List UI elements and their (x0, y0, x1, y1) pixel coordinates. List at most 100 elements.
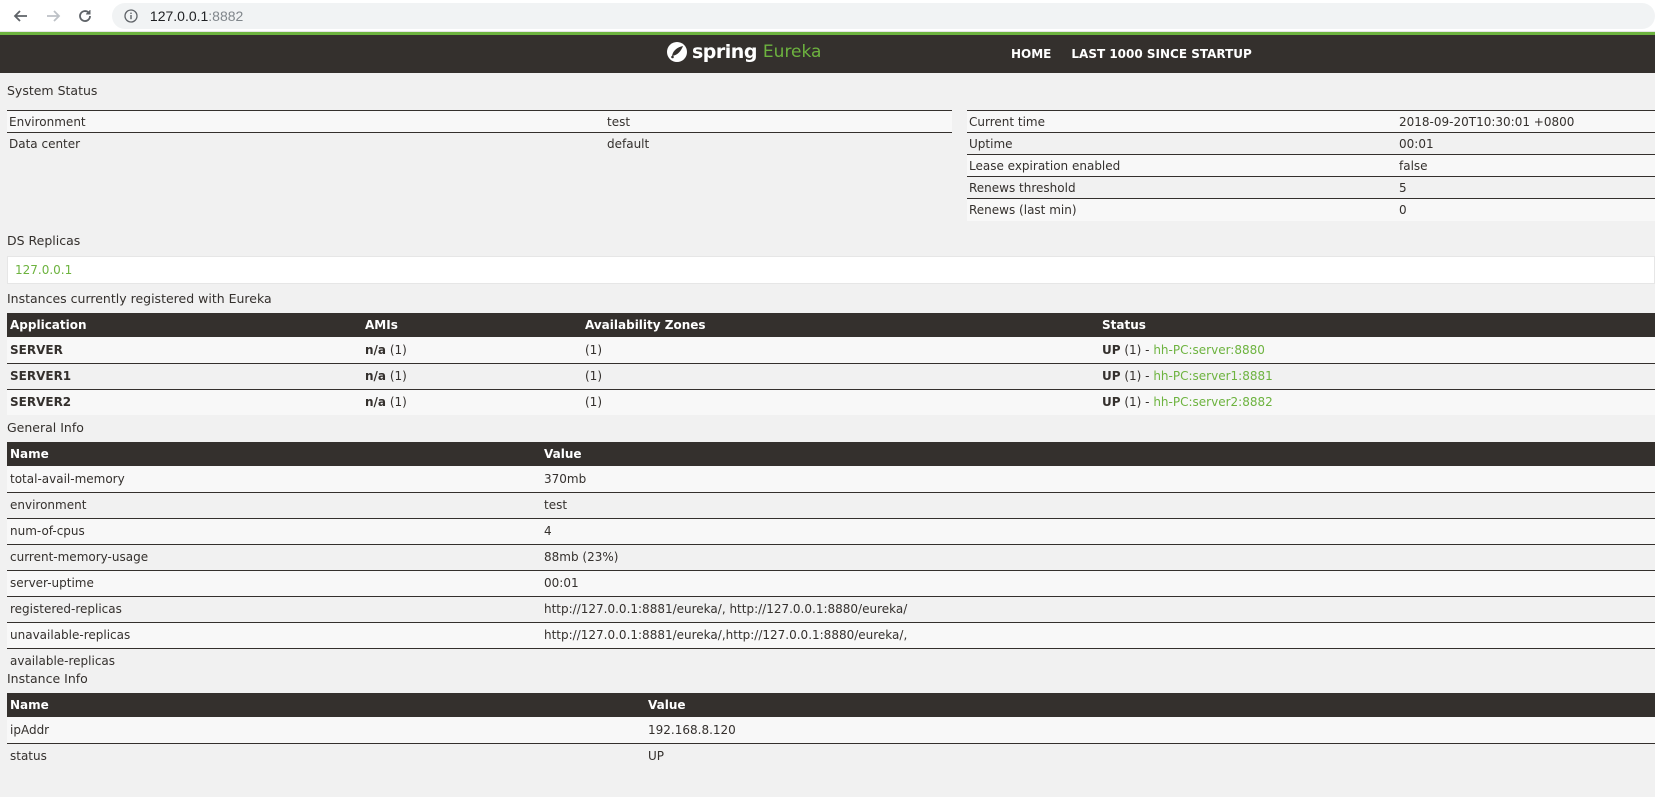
info-name: num-of-cpus (7, 518, 541, 545)
table-header-row: Name Value (7, 442, 1655, 466)
table-header-row: Application AMIs Availability Zones Stat… (7, 313, 1655, 337)
table-row: unavailable-replicas http://127.0.0.1:888… (7, 622, 1655, 649)
info-name: registered-replicas (7, 596, 541, 623)
column-header: Availability Zones (582, 313, 1099, 337)
application-name: SERVER (7, 337, 362, 364)
brand-logo[interactable]: spring Eureka (666, 41, 821, 63)
url-port: :8882 (208, 7, 244, 24)
status-value: false (1397, 154, 1655, 177)
application-name: SERVER1 (7, 363, 362, 390)
status-count: (1) - (1120, 395, 1154, 410)
info-name: unavailable-replicas (7, 622, 541, 649)
table-row: server-uptime 00:01 (7, 570, 1655, 597)
table-row: environment test (7, 492, 1655, 519)
table-row: Data center default (7, 132, 952, 155)
address-bar[interactable]: 127.0.0.1:8882 (111, 2, 1655, 29)
back-button[interactable] (10, 5, 32, 27)
table-row: Environment test (7, 110, 952, 133)
general-info-section: General Info Name Value total-avail-memo… (7, 417, 1655, 674)
column-header: Name (7, 442, 541, 466)
instance-link[interactable]: hh-PC:server2:8882 (1153, 395, 1272, 409)
amis-cell: n/a (1) (362, 389, 582, 415)
instances-section: Instances currently registered with Eure… (7, 288, 1655, 415)
instance-info-table: Name Value ipAddr 192.168.8.120 status UP (7, 693, 1655, 769)
info-value: 00:01 (541, 570, 1655, 597)
table-row: ipAddr 192.168.8.120 (7, 717, 1655, 744)
info-value: UP (645, 743, 1655, 769)
table-header-row: Name Value (7, 693, 1655, 717)
table-row: num-of-cpus 4 (7, 518, 1655, 545)
status-value: 2018-09-20T10:30:01 +0800 (1397, 110, 1655, 133)
status-label: Renews threshold (967, 176, 1397, 199)
system-status-left-table: Environment test Data center default (7, 110, 952, 155)
info-value: 192.168.8.120 (645, 717, 1655, 744)
instance-info-title: Instance Info (7, 671, 88, 686)
ami-count: (1) (386, 342, 407, 357)
ami-count: (1) (386, 395, 407, 410)
status-cell: UP (1) - hh-PC:server2:8882 (1099, 389, 1655, 415)
status-cell: UP (1) - hh-PC:server1:8881 (1099, 363, 1655, 390)
table-row: Lease expiration enabled false (967, 154, 1655, 177)
info-name: environment (7, 492, 541, 519)
column-header: Value (645, 693, 1655, 717)
status-count: (1) - (1120, 369, 1154, 383)
reload-button[interactable] (74, 5, 96, 27)
table-row: Renews threshold 5 (967, 176, 1655, 199)
info-name: ipAddr (7, 717, 645, 744)
status-value: test (605, 110, 952, 133)
instance-link[interactable]: hh-PC:server1:8881 (1153, 369, 1272, 383)
status-cell: UP (1) - hh-PC:server:8880 (1099, 337, 1655, 364)
column-header: Value (541, 442, 1655, 466)
table-row: total-avail-memory 370mb (7, 466, 1655, 493)
brand-eureka-text: Eureka (762, 42, 822, 62)
status-label: Current time (967, 110, 1397, 133)
status-value: default (605, 132, 952, 155)
application-name: SERVER2 (7, 389, 362, 415)
status-value: 5 (1397, 176, 1655, 199)
status-up: UP (1102, 342, 1121, 357)
status-label: Environment (7, 110, 605, 133)
table-row: SERVER2 n/a (1) (1) UP (1) - hh-PC:serve… (7, 389, 1655, 415)
column-header: Application (7, 313, 362, 337)
ami-value: n/a (365, 395, 387, 410)
zones-cell: (1) (582, 389, 1099, 415)
column-header: AMIs (362, 313, 582, 337)
status-label: Data center (7, 132, 605, 155)
ami-value: n/a (365, 369, 387, 383)
forward-button[interactable] (42, 5, 64, 27)
browser-toolbar: 127.0.0.1:8882 (0, 0, 1655, 32)
status-label: Lease expiration enabled (967, 154, 1397, 177)
status-up: UP (1102, 369, 1121, 383)
table-row: status UP (7, 743, 1655, 769)
nav-last-1000-link[interactable]: LAST 1000 SINCE STARTUP (1071, 47, 1251, 61)
ami-value: n/a (365, 342, 387, 357)
system-status-section: System Status Environment test Data cent… (7, 80, 1655, 221)
arrow-right-icon (46, 9, 61, 22)
system-status-right-table: Current time 2018-09-20T10:30:01 +0800 U… (967, 110, 1655, 221)
replica-link[interactable]: 127.0.0.1 (7, 256, 1655, 284)
general-info-title: General Info (7, 420, 84, 435)
ds-replicas-title: DS Replicas (7, 233, 81, 248)
status-value: 0 (1397, 198, 1655, 221)
zones-cell: (1) (582, 363, 1099, 390)
status-label: Renews (last min) (967, 198, 1397, 221)
table-row: SERVER n/a (1) (1) UP (1) - hh-PC:server… (7, 337, 1655, 364)
column-header: Status (1099, 313, 1655, 337)
info-name: current-memory-usage (7, 544, 541, 571)
amis-cell: n/a (1) (362, 363, 582, 390)
status-value: 00:01 (1397, 132, 1655, 155)
url-host: 127.0.0.1 (149, 7, 209, 24)
status-up: UP (1102, 395, 1121, 410)
zones-cell: (1) (582, 337, 1099, 364)
info-name: total-avail-memory (7, 466, 541, 493)
ami-count: (1) (386, 369, 407, 383)
instance-link[interactable]: hh-PC:server:8880 (1153, 343, 1265, 357)
table-row: Current time 2018-09-20T10:30:01 +0800 (967, 110, 1655, 133)
nav-home-link[interactable]: HOME (1011, 47, 1051, 61)
info-value: 370mb (541, 466, 1655, 493)
instance-info-section: Instance Info Name Value ipAddr 192.168.8… (7, 668, 1655, 769)
status-label: Uptime (967, 132, 1397, 155)
info-value: 88mb (23%) (541, 544, 1655, 571)
info-name: status (7, 743, 645, 769)
info-icon[interactable] (124, 8, 138, 23)
